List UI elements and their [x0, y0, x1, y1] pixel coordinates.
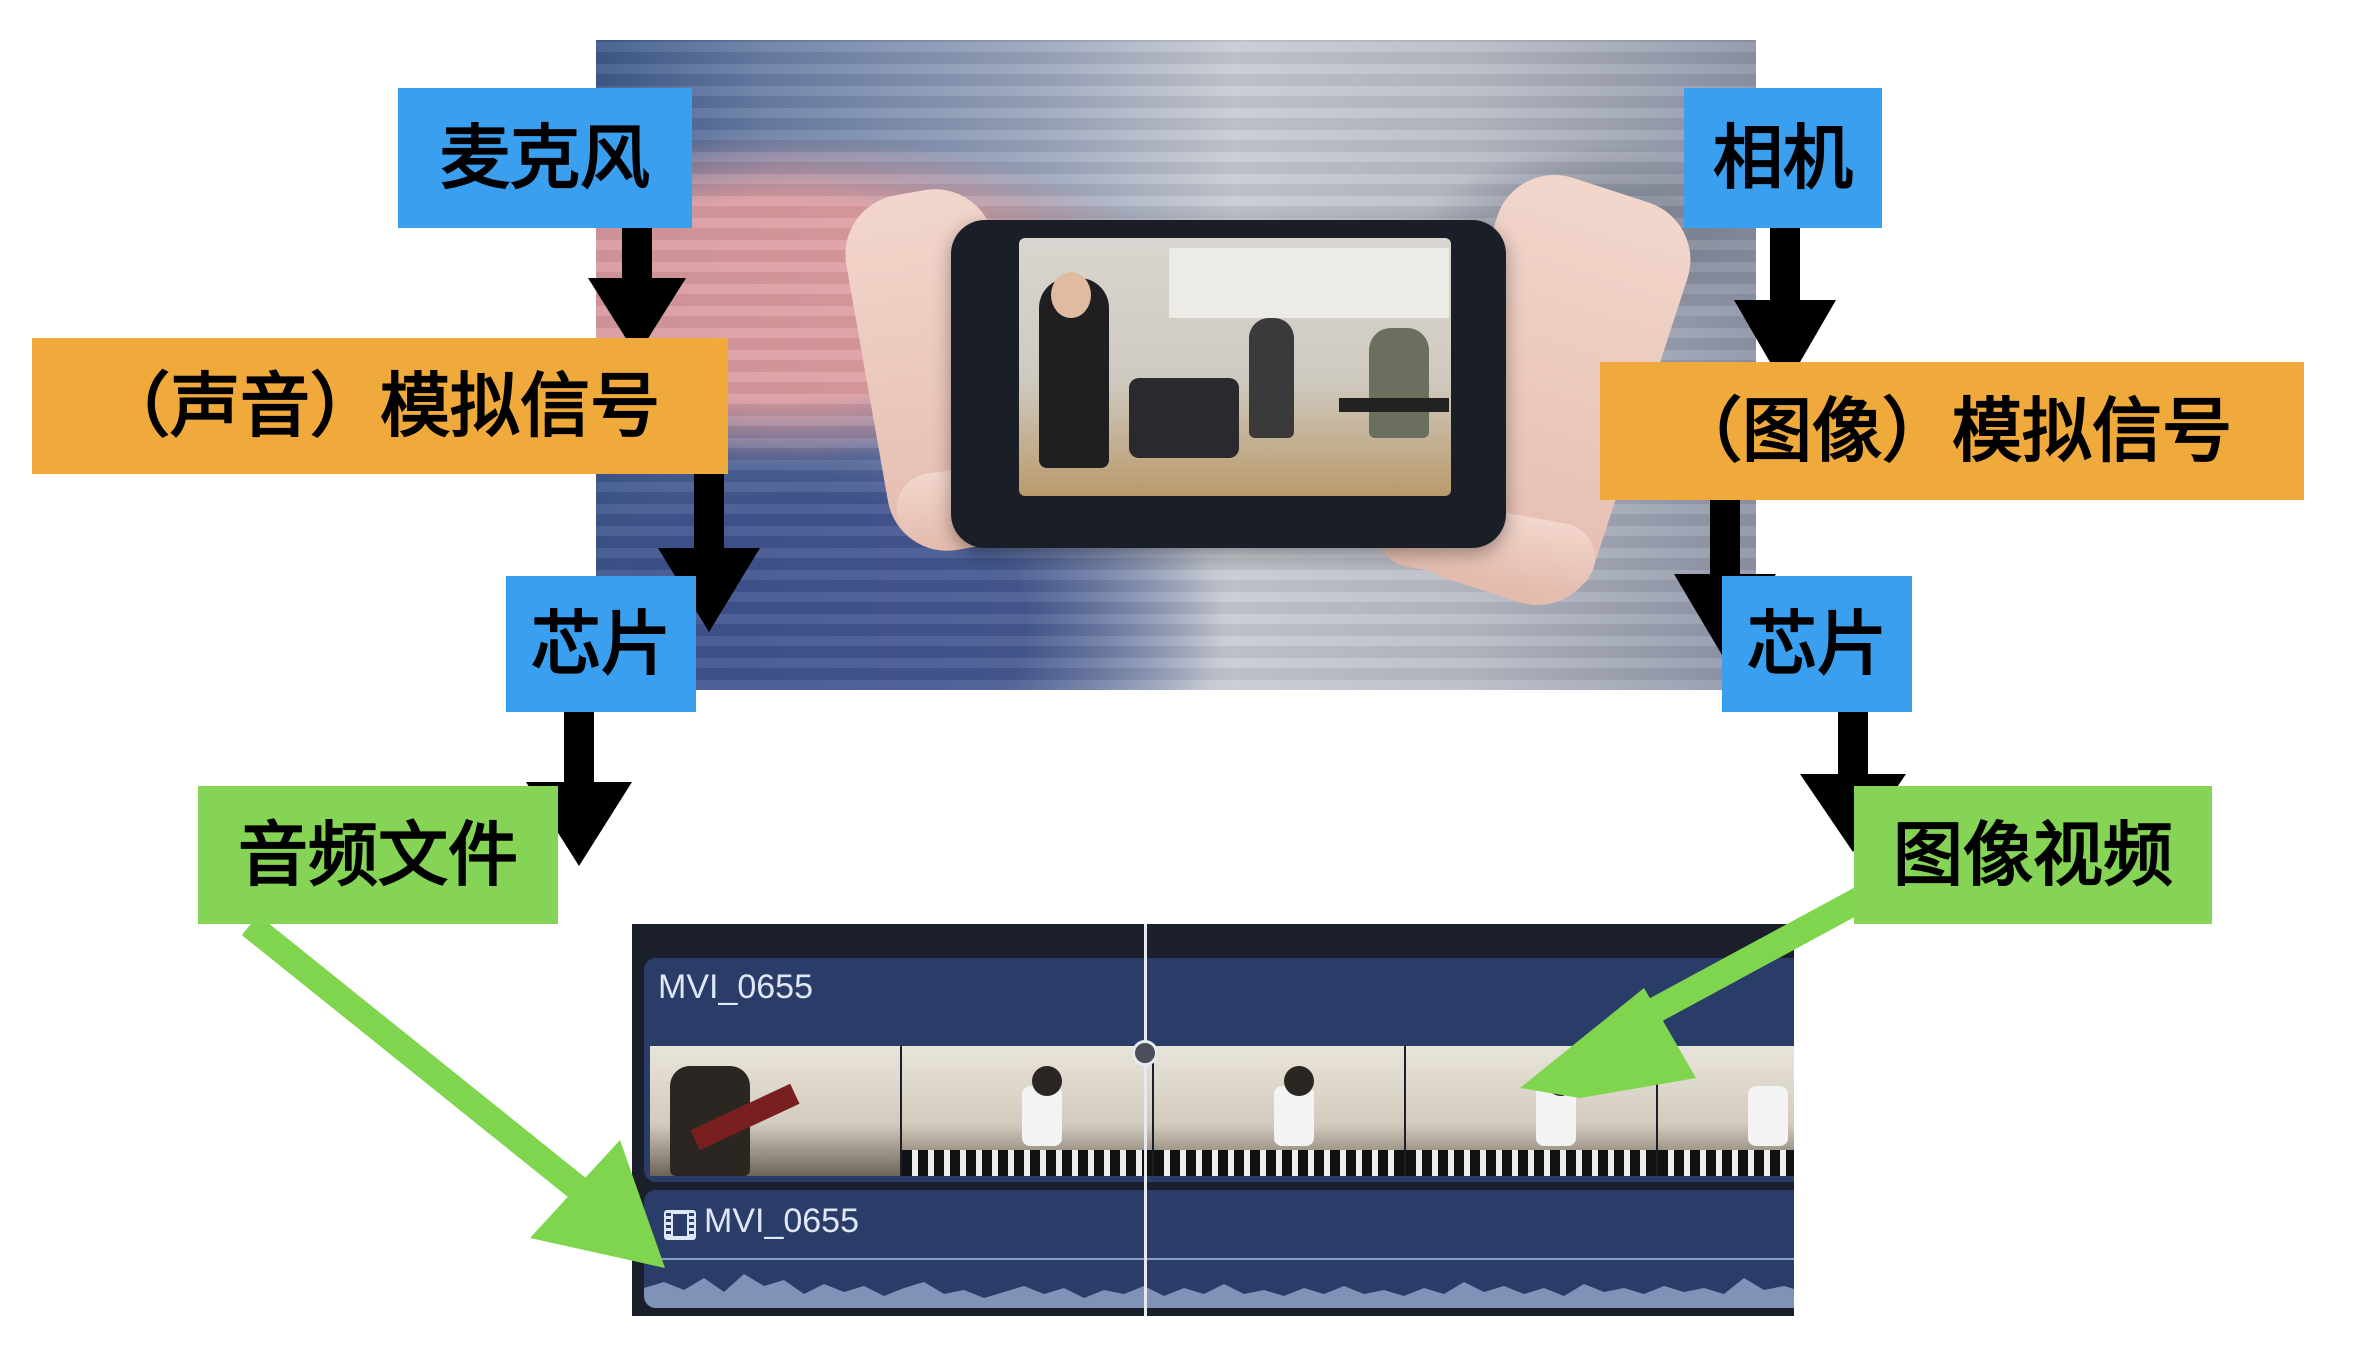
arrow-audio-file-to-waveform [241, 914, 665, 1268]
arrow-image-video-to-thumbnails [1520, 883, 1875, 1098]
label-sound-analog-signal: （声音）模拟信号 [32, 338, 728, 474]
label-chip-left: 芯片 [506, 576, 696, 712]
label-chip-right: 芯片 [1722, 576, 1912, 712]
green-arrows-layer [241, 883, 1875, 1268]
label-audio-file: 音频文件 [198, 786, 558, 924]
label-image-analog-signal: （图像）模拟信号 [1600, 362, 2304, 500]
label-camera: 相机 [1684, 88, 1882, 228]
label-microphone: 麦克风 [398, 88, 692, 228]
label-image-video: 图像视频 [1854, 786, 2212, 924]
